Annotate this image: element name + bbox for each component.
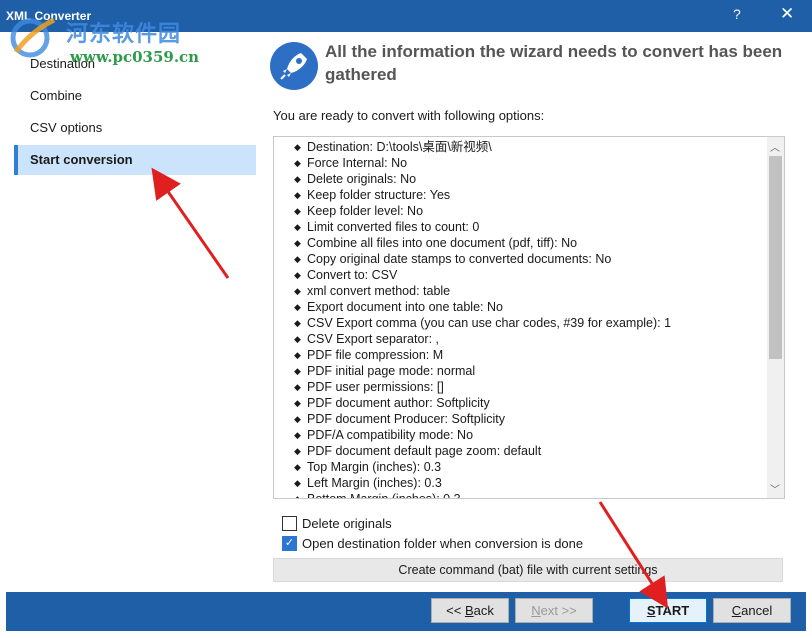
cancel-mnemonic: C: [731, 603, 742, 618]
option-item: PDF initial page mode: normal: [294, 363, 764, 379]
create-bat-file-button[interactable]: Create command (bat) file with current s…: [273, 558, 783, 582]
cancel-rest: ancel: [741, 603, 773, 618]
open-destination-label: Open destination folder when conversion …: [302, 536, 584, 551]
sidebar-item-start-conversion[interactable]: Start conversion: [14, 145, 256, 175]
vertical-scrollbar[interactable]: ︿ ﹀: [767, 137, 784, 498]
option-item: CSV Export separator: ,: [294, 331, 764, 347]
option-item: Left Margin (inches): 0.3: [294, 475, 764, 491]
options-summary-box[interactable]: Destination: D:\tools\桌面\新视频\Force Inter…: [273, 136, 785, 499]
delete-originals-checkbox[interactable]: [282, 516, 297, 531]
back-prefix: <<: [446, 603, 465, 618]
start-rest: TART: [655, 603, 690, 618]
option-item: PDF document Producer: Softplicity: [294, 411, 764, 427]
start-button[interactable]: START: [629, 598, 707, 623]
options-list: Destination: D:\tools\桌面\新视频\Force Inter…: [294, 139, 764, 498]
option-item: CSV Export comma (you can use char codes…: [294, 315, 764, 331]
next-button[interactable]: Next >>: [515, 598, 593, 623]
delete-originals-label: Delete originals: [302, 516, 392, 531]
option-item: Keep folder structure: Yes: [294, 187, 764, 203]
wizard-footer: << Back Next >> START Cancel: [6, 592, 806, 631]
back-rest: ack: [473, 603, 494, 618]
option-item: Bottom Margin (inches): 0.3: [294, 491, 764, 498]
open-destination-checkbox[interactable]: ✓: [282, 536, 297, 551]
option-item: PDF file compression: M: [294, 347, 764, 363]
help-button[interactable]: ?: [733, 6, 741, 22]
option-item: PDF document author: Softplicity: [294, 395, 764, 411]
option-item: PDF document default page zoom: default: [294, 443, 764, 459]
scroll-up-icon[interactable]: ︿: [770, 139, 780, 154]
close-button[interactable]: ✕: [780, 4, 794, 24]
cancel-button[interactable]: Cancel: [713, 598, 791, 623]
next-mnemonic: N: [531, 603, 541, 618]
option-item: Keep folder level: No: [294, 203, 764, 219]
page-headline: All the information the wizard needs to …: [325, 42, 783, 84]
option-item: Copy original date stamps to converted d…: [294, 251, 764, 267]
option-item: Delete originals: No: [294, 171, 764, 187]
option-item: Limit converted files to count: 0: [294, 219, 764, 235]
option-item: Force Internal: No: [294, 155, 764, 171]
sidebar-item-destination[interactable]: Destination: [14, 49, 256, 79]
option-item: PDF user permissions: []: [294, 379, 764, 395]
option-item: PDF/A compatibility mode: No: [294, 427, 764, 443]
rocket-icon: [270, 42, 318, 90]
back-button[interactable]: << Back: [431, 598, 509, 623]
option-item: Export document into one table: No: [294, 299, 764, 315]
sidebar-item-combine[interactable]: Combine: [14, 81, 256, 111]
option-item: Top Margin (inches): 0.3: [294, 459, 764, 475]
title-bar: XML Converter ? ✕: [0, 0, 812, 32]
back-mnemonic: B: [464, 603, 474, 618]
main-panel: All the information the wizard needs to …: [258, 32, 806, 592]
window-title: XML Converter: [6, 9, 92, 23]
wizard-sidebar: Destination Combine CSV options Start co…: [6, 32, 256, 592]
sidebar-item-csv-options[interactable]: CSV options: [14, 113, 256, 143]
next-rest: ext >>: [540, 603, 577, 618]
option-item: Destination: D:\tools\桌面\新视频\: [294, 139, 764, 155]
option-item: Combine all files into one document (pdf…: [294, 235, 764, 251]
option-item: Convert to: CSV: [294, 267, 764, 283]
scroll-down-icon[interactable]: ﹀: [770, 481, 780, 496]
option-item: xml convert method: table: [294, 283, 764, 299]
scroll-thumb[interactable]: [769, 156, 782, 359]
intro-text: You are ready to convert with following …: [273, 108, 545, 123]
